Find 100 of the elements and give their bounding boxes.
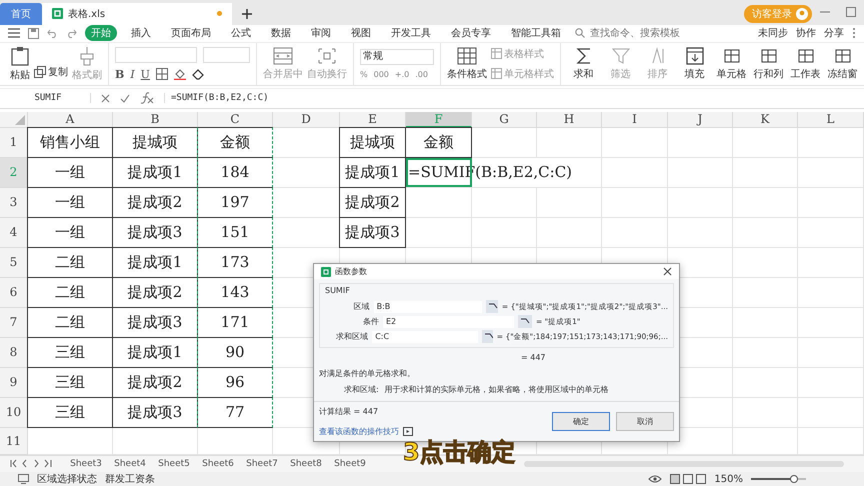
range-picker-icon[interactable] [486,300,498,313]
status-item[interactable]: 群发工资条 [105,472,155,486]
conditional-format-button[interactable]: 条件格式 [447,46,487,81]
table-cell [733,368,798,398]
menu-action[interactable]: 协作 [796,26,816,40]
column-header[interactable]: J [668,112,733,128]
column-header[interactable]: C [198,112,273,128]
spreadsheet-icon [52,8,63,20]
row-header[interactable]: 11 [0,428,28,455]
more-icon[interactable] [852,27,856,40]
sheet-tab[interactable]: Sheet7 [240,458,284,469]
column-header[interactable]: K [733,112,798,128]
number-format-dropdown[interactable]: 常规 [360,48,434,65]
menu-tab[interactable]: 页面布局 [165,25,217,42]
sheet-tab[interactable]: Sheet9 [328,458,372,469]
sheet-tab[interactable]: Sheet6 [196,458,240,469]
sheet-tab[interactable]: Sheet5 [152,458,196,469]
dialog-button[interactable]: 取消 [616,412,674,431]
column-header[interactable]: E [340,112,406,128]
row-header[interactable]: 1 [0,128,28,158]
ribbon-button[interactable]: 单元格 [715,46,748,81]
close-icon[interactable] [663,267,672,276]
row-header[interactable]: 5 [0,248,28,278]
view-mode-icon[interactable] [670,474,706,484]
menu-action[interactable]: 未同步 [758,26,788,40]
formula-field[interactable]: =SUMIF(B:B,E2,C:C) [164,93,858,104]
ribbon-button[interactable]: 填充 [678,46,711,81]
ribbon-button[interactable]: 求和 [567,46,600,81]
argument-field[interactable]: E2 [383,316,514,328]
column-header[interactable]: A [28,112,113,128]
menu-tab[interactable]: 审阅 [305,25,337,42]
sheet-tab[interactable]: Sheet3 [64,458,108,469]
row-header[interactable]: 10 [0,398,28,428]
column-header[interactable]: H [537,112,602,128]
column-header[interactable]: I [602,112,668,128]
app-tab[interactable]: 首页 [0,2,42,25]
search-field[interactable]: 查找命令、搜索模板 [575,26,692,40]
cancel-icon[interactable] [101,94,110,103]
number-format-button[interactable]: 000 [374,70,389,79]
table-cell [668,158,733,188]
ribbon-button[interactable]: 行和列 [752,46,785,81]
number-format-button[interactable]: .00 [415,70,428,79]
font-style-button[interactable]: B [115,68,124,81]
menu-tab[interactable]: 视图 [345,25,377,42]
help-link[interactable]: 查看该函数的操作技巧 [319,426,399,437]
horizontal-scrollbar[interactable] [524,460,844,467]
row-header[interactable]: 4 [0,218,28,248]
number-format-button[interactable]: % [360,70,368,79]
calculation-result: 计算结果 = 447 [319,406,380,417]
sheet-navigation-icon[interactable] [10,459,54,468]
range-picker-icon[interactable] [518,315,532,328]
zoom-level[interactable]: 150% [714,474,743,485]
row-header[interactable]: 8 [0,338,28,368]
new-tab-icon[interactable] [242,8,252,19]
menu-icon[interactable] [8,28,20,38]
ribbon-button[interactable]: 工作表 [789,46,822,81]
row-header[interactable]: 6 [0,278,28,308]
app-tab[interactable]: 表格.xls [42,2,232,25]
menu-action[interactable]: 分享 [824,26,844,40]
column-header[interactable]: L [798,112,864,128]
menu-tab[interactable]: 开发工具 [385,25,437,42]
number-format-button[interactable]: +.0 [394,70,410,79]
menu-tab[interactable]: 数据 [265,25,297,42]
sheet-tab[interactable]: Sheet8 [284,458,328,469]
paste-button[interactable]: 粘贴 [10,46,30,82]
row-header[interactable]: 9 [0,368,28,398]
argument-field[interactable]: C:C [372,330,478,342]
save-icon[interactable] [28,28,39,39]
eye-icon[interactable] [648,474,662,484]
border-icon[interactable] [156,68,168,80]
function-description: 对满足条件的单元格求和。 [319,368,416,379]
table-cell: 金额 [197,126,273,158]
name-box[interactable]: SUMIF [6,93,91,104]
copy-button[interactable]: 复制 [34,64,68,79]
row-header[interactable]: 7 [0,308,28,338]
checkmark-icon[interactable] [120,94,130,103]
video-icon[interactable] [403,427,413,436]
range-picker-icon[interactable] [482,330,493,343]
eraser-icon[interactable] [192,68,204,80]
menu-tab[interactable]: 会员专享 [445,25,497,42]
ribbon-button[interactable]: 冻结窗 [826,46,859,81]
undo-icon[interactable] [47,28,58,38]
column-header[interactable]: G [472,112,537,128]
argument-field[interactable]: B:B [374,300,482,312]
function-icon[interactable] [140,92,154,104]
font-style-button[interactable]: I [130,68,135,81]
status-item[interactable]: 区域选择状态 [37,472,97,486]
fill-color-icon[interactable] [174,68,186,80]
redo-icon[interactable] [66,28,77,38]
sheet-tab[interactable]: Sheet4 [108,458,152,469]
maximize-icon[interactable] [846,6,856,17]
menu-tab[interactable]: 智能工具箱 [505,25,567,42]
column-header[interactable]: D [273,112,340,128]
column-header[interactable]: B [113,112,198,128]
row-header[interactable]: 3 [0,188,28,218]
font-style-button[interactable]: U [140,68,150,81]
dialog-button[interactable]: 确定 [552,412,610,431]
zoom-slider[interactable] [751,478,795,480]
menu-tab[interactable]: 插入 [125,25,157,42]
menu-tab[interactable]: 公式 [225,25,257,42]
